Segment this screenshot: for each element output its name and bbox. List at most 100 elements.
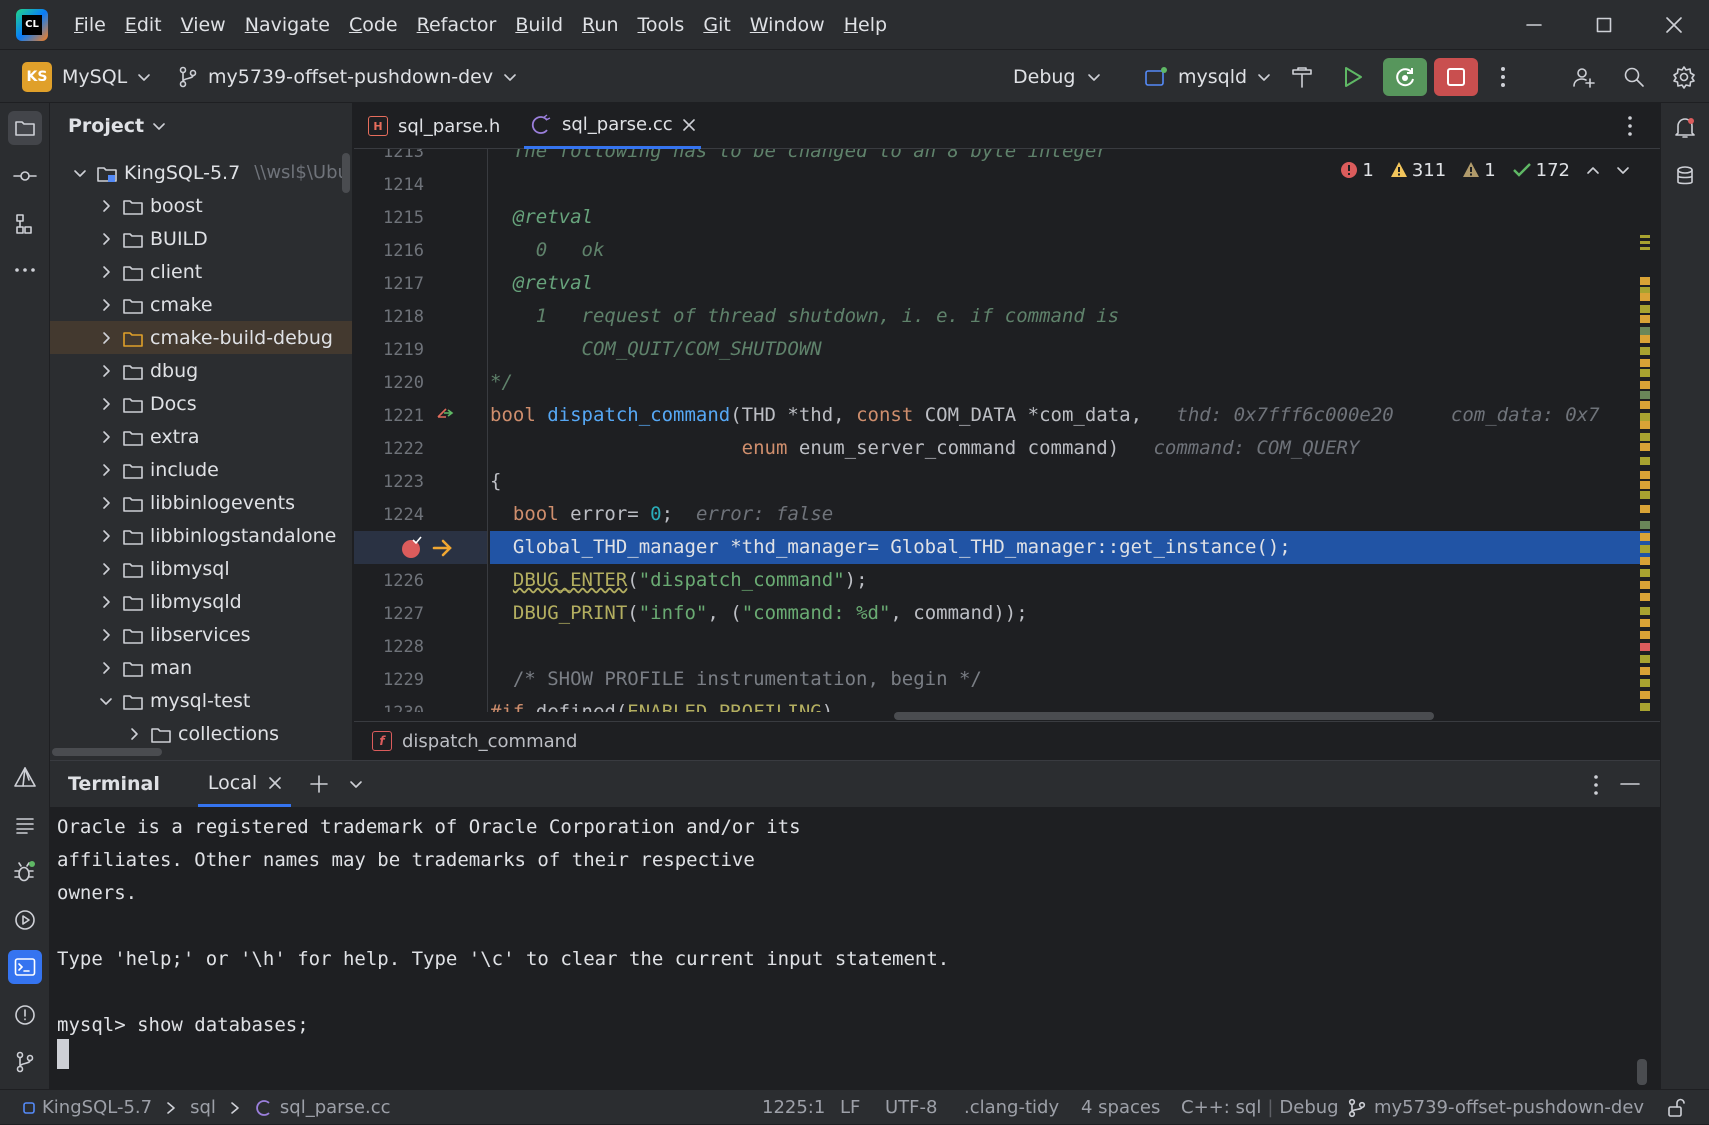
chevron-right-icon[interactable] [96,625,116,645]
menu-build[interactable]: Build [515,14,563,36]
step-into-arrow-icon[interactable] [434,405,456,427]
chevron-right-icon[interactable] [96,196,116,216]
chevron-right-icon[interactable] [96,460,116,480]
debug-tool-button[interactable] [8,855,42,889]
menu-help[interactable]: Help [844,14,887,36]
more-tools-button[interactable] [8,253,42,287]
tree-item-libbinlogevents[interactable]: libbinlogevents [50,486,352,519]
notifications-button[interactable] [1668,111,1702,145]
build-config-select[interactable]: Debug [1013,50,1101,103]
tree-item-libservices[interactable]: libservices [50,618,352,651]
git-tool-button[interactable] [8,1045,42,1079]
tree-item-dbug[interactable]: dbug [50,354,352,387]
tree-item-client[interactable]: client [50,255,352,288]
menu-edit[interactable]: Edit [125,14,162,36]
menu-navigate[interactable]: Navigate [245,14,330,36]
error-stripe-icon[interactable] [1640,235,1650,712]
chevron-down-icon[interactable] [70,163,90,183]
branch-switcher[interactable]: my5739-offset-pushdown-dev [178,50,517,103]
plus-icon[interactable] [309,774,329,794]
minimize-button[interactable] [1499,0,1569,50]
cmake-tool-button[interactable] [8,760,42,794]
tree-item-build[interactable]: BUILD [50,222,352,255]
inspection-widget[interactable]: 1 311 1 172 [1340,155,1630,185]
tab-local[interactable]: Local [197,761,292,807]
chevron-down-icon[interactable] [96,691,116,711]
status-project[interactable]: KingSQL-5.7 [42,1097,152,1118]
clion-logo-icon[interactable]: CL [16,8,48,41]
status-branch[interactable]: my5739-offset-pushdown-dev [1348,1090,1644,1125]
close-tab-icon[interactable] [269,776,281,789]
tabs-more-button[interactable] [1626,115,1634,137]
database-tool-button[interactable] [1668,159,1702,193]
build-button[interactable] [1290,50,1314,103]
chevron-up-icon[interactable] [1586,163,1600,177]
chevron-right-icon[interactable] [96,361,116,381]
terminal-tool-button[interactable] [8,950,42,984]
indent-widget[interactable]: 4 spaces [1081,1090,1160,1125]
tab-sql-parse-h[interactable]: H sql_parse.h [364,103,504,149]
menu-window[interactable]: Window [750,14,825,36]
settings-button[interactable] [1672,50,1696,103]
tree-item-cmake[interactable]: cmake [50,288,352,321]
chevron-right-icon[interactable] [96,394,116,414]
menu-file[interactable]: File [74,14,106,36]
chevron-right-icon[interactable] [124,724,144,744]
chevron-right-icon[interactable] [96,427,116,447]
services-tool-button[interactable] [8,903,42,937]
vertical-scrollbar[interactable] [342,153,350,193]
tree-item-man[interactable]: man [50,651,352,684]
chevron-right-icon[interactable] [96,262,116,282]
more-vertical-icon[interactable] [1592,774,1600,796]
chevron-right-icon[interactable] [96,658,116,678]
readonly-toggle[interactable] [1666,1090,1686,1125]
tree-item-libmysql[interactable]: libmysql [50,552,352,585]
project-switcher[interactable]: KS MySQL [22,50,151,103]
structure-tool-button[interactable] [8,207,42,241]
maximize-button[interactable] [1569,0,1639,50]
code-with-me-button[interactable] [1572,50,1596,103]
status-file[interactable]: sql_parse.cc [280,1097,391,1118]
tree-item-collections[interactable]: collections [50,717,352,750]
menu-view[interactable]: View [181,14,226,36]
menu-run[interactable]: Run [582,14,618,36]
menu-git[interactable]: Git [703,14,730,36]
tree-root[interactable]: KingSQL-5.7 \\wsl$\Ubu [50,156,352,189]
code-view[interactable]: 1 311 1 172 The following has to be chan… [490,149,1650,712]
tree-item-docs[interactable]: Docs [50,387,352,420]
code-breadcrumb[interactable]: f dispatch_command [354,721,1660,760]
run-config-select[interactable]: mysqld [1144,50,1271,103]
minimize-icon[interactable] [1620,778,1640,790]
file-encoding[interactable]: UTF-8 [885,1090,937,1125]
chevron-right-icon[interactable] [96,295,116,315]
project-panel-header[interactable]: Project [68,115,166,137]
tree-item-extra[interactable]: extra [50,420,352,453]
tree-item-mysql-test[interactable]: mysql-test [50,684,352,717]
chevron-right-icon[interactable] [96,592,116,612]
run-button[interactable] [1342,50,1364,103]
chevron-right-icon[interactable] [96,328,116,348]
menu-code[interactable]: Code [349,14,398,36]
tab-sql-parse-cc[interactable]: sql_parse.cc [524,103,701,149]
debug-rerun-button[interactable] [1383,50,1427,103]
line-separator[interactable]: LF [840,1090,860,1125]
close-tab-icon[interactable] [682,118,695,131]
search-everywhere-button[interactable] [1623,50,1645,103]
caret-position[interactable]: 1225:1 [762,1090,825,1125]
resolve-context[interactable]: C++: sql | Debug [1181,1090,1339,1125]
tree-item-include[interactable]: include [50,453,352,486]
project-tool-button[interactable] [8,111,42,145]
horizontal-scrollbar[interactable] [52,748,162,756]
status-dir[interactable]: sql [190,1097,216,1118]
breakpoint-icon[interactable] [400,536,424,560]
tree-item-libmysqld[interactable]: libmysqld [50,585,352,618]
chevron-down-icon[interactable] [1616,163,1630,177]
menu-refactor[interactable]: Refactor [417,14,497,36]
chevron-right-icon[interactable] [96,559,116,579]
chevron-right-icon[interactable] [96,229,116,249]
chevron-right-icon[interactable] [96,493,116,513]
editor-horizontal-scrollbar[interactable] [894,712,1434,720]
clang-tidy-widget[interactable]: .clang-tidy [964,1090,1059,1125]
more-actions-button[interactable] [1497,50,1509,103]
tree-item-boost[interactable]: boost [50,189,352,222]
